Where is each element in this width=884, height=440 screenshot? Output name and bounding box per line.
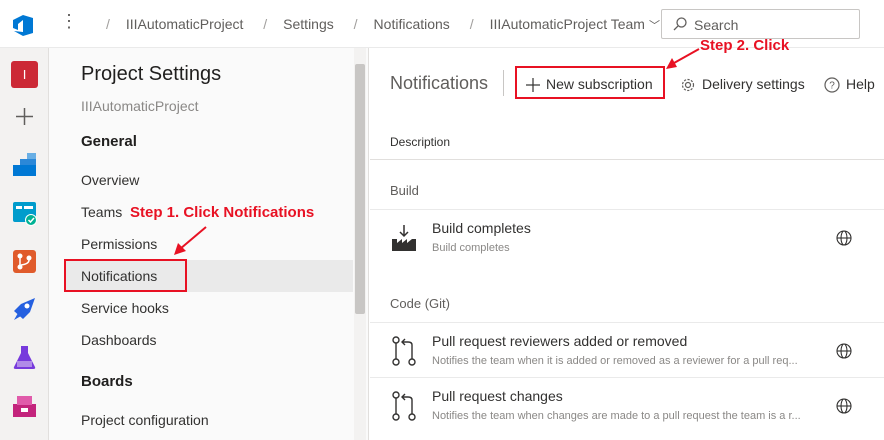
section-general: General: [81, 133, 137, 150]
globe-icon: [836, 343, 852, 359]
pull-request-icon: [392, 336, 416, 366]
pull-request-icon: [392, 391, 416, 421]
left-navigation: I: [0, 48, 49, 440]
more-actions-icon[interactable]: ⋮: [60, 11, 78, 32]
globe-icon: [836, 398, 852, 414]
row-title: Pull request reviewers added or removed: [432, 333, 688, 349]
column-header: Description: [370, 124, 884, 160]
step1-highlight-box: [64, 259, 187, 292]
help-label: Help: [846, 76, 875, 92]
gear-icon: [681, 79, 695, 92]
delivery-settings-label: Delivery settings: [702, 76, 805, 92]
breadcrumb-project[interactable]: IIIAutomaticProject: [126, 16, 244, 32]
chevron-down-icon[interactable]: ﹀: [649, 17, 660, 33]
artifacts-icon[interactable]: [11, 392, 38, 419]
nav-item-dashboards[interactable]: Dashboards: [64, 324, 353, 356]
build-icon: [392, 225, 416, 251]
step2-highlight-box: [515, 66, 665, 99]
subscription-row[interactable]: Pull request reviewers added or removed …: [370, 322, 884, 377]
breadcrumb-team[interactable]: IIIAutomaticProject Team: [490, 16, 645, 32]
globe-icon: [836, 230, 852, 246]
nav-item-service-hooks[interactable]: Service hooks: [64, 292, 353, 324]
search-icon: [673, 17, 687, 31]
breadcrumb-notifications[interactable]: Notifications: [374, 16, 450, 32]
project-name: IIIAutomaticProject: [81, 98, 199, 114]
page-title: Notifications: [390, 73, 489, 93]
step1-annotation: Step 1. Click Notifications: [130, 204, 315, 221]
row-subtitle: Build completes: [432, 242, 510, 254]
test-plans-icon[interactable]: [11, 344, 38, 371]
row-title: Build completes: [432, 220, 531, 236]
project-avatar[interactable]: I: [11, 61, 38, 88]
row-subtitle: Notifies the team when changes are made …: [432, 410, 801, 422]
breadcrumb-settings[interactable]: Settings: [283, 16, 334, 32]
pipelines-icon[interactable]: [11, 296, 38, 323]
group-label-build: Build: [390, 183, 419, 198]
toolbar-divider: [503, 70, 504, 96]
help-icon: ?: [824, 77, 840, 93]
column-header-description: Description: [390, 135, 451, 149]
row-title: Pull request changes: [432, 388, 563, 404]
repos-icon[interactable]: [11, 248, 38, 275]
search-box[interactable]: [661, 9, 860, 39]
settings-scrollbar-thumb[interactable]: [355, 64, 365, 314]
row-subtitle: Notifies the team when it is added or re…: [432, 355, 798, 367]
add-icon[interactable]: [11, 103, 38, 130]
step2-arrow-icon: [666, 48, 700, 69]
help-button[interactable]: ? Help: [824, 68, 875, 100]
avatar-letter: I: [22, 67, 27, 82]
search-input[interactable]: [694, 15, 854, 35]
section-boards: Boards: [81, 373, 133, 390]
step1-arrow-icon: [174, 226, 207, 255]
delivery-settings-button[interactable]: Delivery settings: [680, 68, 805, 100]
subscription-row[interactable]: Pull request changes Notifies the team w…: [370, 377, 884, 440]
nav-item-project-configuration[interactable]: Project configuration: [64, 404, 353, 436]
notifications-main: Notifications New subscription Delivery …: [370, 48, 884, 440]
subscription-row[interactable]: Build completes Build completes: [370, 209, 884, 273]
settings-title: Project Settings: [81, 63, 222, 85]
boards-icon[interactable]: [11, 200, 38, 227]
nav-item-overview[interactable]: Overview: [64, 164, 353, 196]
overview-icon[interactable]: [11, 151, 38, 178]
azure-devops-logo-icon[interactable]: [10, 12, 36, 38]
svg-text:?: ?: [829, 81, 835, 92]
breadcrumb: / IIIAutomaticProject / Settings / Notifica…: [106, 16, 660, 33]
group-label-code-git: Code (Git): [390, 296, 450, 311]
step2-annotation: Step 2. Click: [700, 37, 790, 54]
